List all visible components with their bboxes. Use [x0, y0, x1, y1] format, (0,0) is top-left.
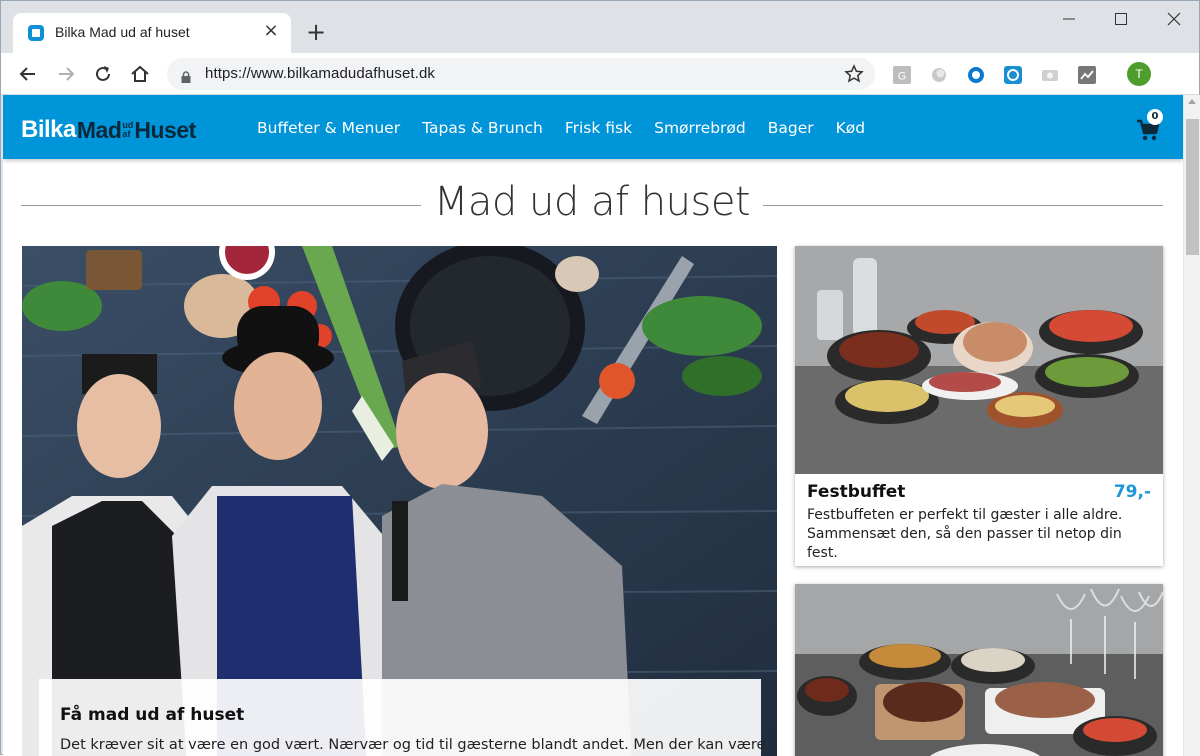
reload-icon[interactable] [92, 63, 114, 85]
hero-text-card: Få mad ud af huset Det kræver sit at vær… [39, 679, 765, 756]
extension-g-icon[interactable]: G [892, 65, 912, 85]
back-arrow-icon[interactable] [17, 63, 39, 85]
close-icon[interactable] [1162, 11, 1186, 31]
page-scrollbar[interactable] [1183, 95, 1200, 756]
nav-item-tapas[interactable]: Tapas & Brunch [422, 119, 543, 137]
nav-item-fisk[interactable]: Frisk fisk [565, 119, 632, 137]
page-title: Mad ud af huset [433, 179, 751, 225]
nav-item-smorrebrod[interactable]: Smørrebrød [654, 119, 746, 137]
product-name: Festbuffet [807, 482, 906, 502]
site-favicon-icon [28, 25, 44, 41]
browser-tab[interactable]: Bilka Mad ud af huset × [13, 13, 291, 53]
hero-banner[interactable]: Få mad ud af huset Det kræver sit at vær… [22, 246, 777, 756]
hero-text: Det kræver sit at være en god vært. Nærv… [60, 737, 766, 753]
logo-text-af: af [122, 129, 131, 139]
maximize-icon[interactable] [1109, 11, 1133, 31]
tab-title: Bilka Mad ud af huset [55, 24, 190, 40]
url-text: https://www.bilkamadudafhuset.dk [205, 65, 435, 82]
home-icon[interactable] [129, 63, 151, 85]
logo-text-bilka: Bilka [21, 116, 76, 143]
product-image-festbuffet [795, 246, 1163, 474]
minimize-icon[interactable] [1057, 11, 1081, 31]
new-tab-button[interactable]: + [304, 20, 328, 45]
nav-item-kod[interactable]: Kød [836, 119, 866, 137]
page-viewport: Bilka Mad ud af Huset Buffeter & Menuer … [3, 95, 1183, 756]
site-logo[interactable]: Bilka Mad ud af Huset [21, 113, 196, 144]
logo-text-huset: Huset [134, 117, 196, 143]
lock-icon [181, 68, 191, 83]
extension-ring-icon[interactable] [966, 65, 986, 85]
browser-window: Bilka Mad ud af huset × + https://www.bi… [0, 0, 1200, 756]
extension-circle-icon[interactable] [929, 65, 949, 85]
site-header: Bilka Mad ud af Huset Buffeter & Menuer … [3, 95, 1183, 159]
product-image-second [795, 584, 1163, 756]
product-card-second[interactable] [795, 584, 1163, 756]
hero-title: Få mad ud af huset [60, 705, 245, 725]
product-price: 79,- [1113, 482, 1151, 502]
browser-toolbar: https://www.bilkamadudafhuset.dk G [1, 53, 1199, 134]
profile-avatar[interactable]: T [1127, 62, 1151, 86]
extension-camera-icon[interactable] [1040, 65, 1060, 85]
main-nav: Buffeter & Menuer Tapas & Brunch Frisk f… [257, 119, 887, 137]
cart-count-badge: 0 [1147, 109, 1163, 125]
tab-strip: Bilka Mad ud af huset × + [1, 1, 1199, 53]
scrollbar-thumb[interactable] [1186, 119, 1199, 255]
page-title-row: Mad ud af huset [21, 179, 1163, 229]
extension-refresh-icon[interactable] [1003, 65, 1023, 85]
address-bar[interactable]: https://www.bilkamadudafhuset.dk [167, 58, 875, 90]
product-description: Festbuffeten er perfekt til gæster i all… [807, 507, 1123, 561]
scroll-up-arrow-icon[interactable] [1188, 99, 1196, 104]
logo-text-mad: Mad [76, 117, 122, 143]
extension-chart-icon[interactable] [1077, 65, 1097, 85]
bookmark-star-icon[interactable] [843, 63, 865, 85]
product-card-festbuffet[interactable]: Festbuffet 79,- Festbuffeten er perfekt … [795, 246, 1163, 566]
logo-text-udaf: ud af [122, 121, 133, 139]
tab-close-icon[interactable]: × [261, 21, 281, 41]
nav-item-bager[interactable]: Bager [768, 119, 814, 137]
svg-text:G: G [898, 71, 907, 83]
forward-arrow-icon[interactable] [55, 63, 77, 85]
nav-item-buffeter[interactable]: Buffeter & Menuer [257, 119, 400, 137]
